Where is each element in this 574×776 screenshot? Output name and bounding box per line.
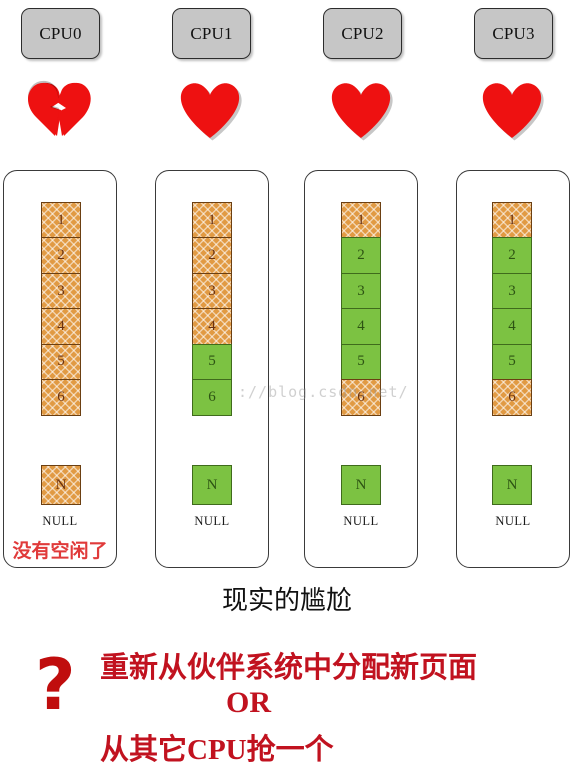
page-cell[interactable]: 3 [192, 272, 232, 310]
page-cell[interactable]: 2 [192, 237, 232, 274]
page-cell-label: 5 [357, 353, 365, 370]
diagram-canvas: CPU0 CPU1 CPU2 CPU3 1 2 3 4 5 6 N NULL 没… [0, 0, 574, 776]
heart-icon [177, 80, 243, 142]
page-cell[interactable]: 1 [341, 202, 381, 239]
page-cell-label: 3 [508, 282, 516, 299]
page-cell[interactable]: 3 [492, 272, 532, 310]
null-node-0[interactable]: N [41, 465, 81, 505]
page-cell-label: 5 [508, 353, 516, 370]
cpu-chip-label: CPU0 [39, 23, 82, 43]
page-cell-label: 5 [208, 353, 216, 370]
page-cell-label: 1 [508, 211, 516, 228]
page-cell[interactable]: 6 [341, 379, 381, 416]
page-cell-label: 6 [208, 388, 216, 405]
page-cell[interactable]: 5 [492, 343, 532, 381]
page-cell[interactable]: 4 [492, 308, 532, 345]
page-cell[interactable]: 6 [192, 379, 232, 416]
page-cell-label: 1 [208, 211, 216, 228]
page-cell-label: 6 [57, 388, 65, 405]
null-node-1[interactable]: N [192, 465, 232, 505]
page-cell-label: 4 [57, 318, 65, 335]
null-node-label: N [206, 476, 218, 493]
page-cell-label: 6 [357, 388, 365, 405]
option-one-text: 重新从伙伴系统中分配新页面 [100, 652, 478, 684]
page-cell-label: 3 [57, 282, 65, 299]
page-cell[interactable]: 5 [341, 343, 381, 381]
page-cell-label: 2 [57, 247, 65, 264]
cpu-chip-3: CPU3 [474, 8, 553, 59]
page-cell[interactable]: 6 [492, 379, 532, 416]
cpu-chip-2: CPU2 [323, 8, 402, 59]
cpu-chip-1: CPU1 [172, 8, 251, 59]
page-cell[interactable]: 3 [341, 272, 381, 310]
page-stack-1: 1 2 3 4 5 6 [192, 202, 232, 416]
cpu-chip-label: CPU3 [492, 23, 535, 43]
page-cell-label: 2 [208, 247, 216, 264]
page-cell-label: 3 [208, 282, 216, 299]
page-stack-2: 1 2 3 4 5 6 [341, 202, 381, 416]
null-caption-0: NULL [42, 514, 78, 528]
page-stack-3: 1 2 3 4 5 6 [492, 202, 532, 416]
null-node-label: N [355, 476, 367, 493]
page-cell[interactable]: 5 [192, 343, 232, 381]
page-cell[interactable]: 3 [41, 272, 81, 310]
page-cell[interactable]: 2 [341, 237, 381, 274]
null-node-label: N [55, 476, 67, 493]
page-cell-label: 3 [357, 282, 365, 299]
page-cell[interactable]: 4 [41, 308, 81, 345]
option-separator: OR [226, 686, 271, 719]
page-cell[interactable]: 4 [341, 308, 381, 345]
page-cell[interactable]: 2 [492, 237, 532, 274]
page-cell[interactable]: 1 [192, 202, 232, 239]
null-caption-3: NULL [495, 514, 531, 528]
page-cell[interactable]: 1 [492, 202, 532, 239]
page-cell-label: 4 [357, 318, 365, 335]
null-node-3[interactable]: N [492, 465, 532, 505]
page-title: 现实的尴尬 [221, 586, 352, 615]
heart-icon [328, 80, 394, 142]
page-cell-label: 4 [208, 318, 216, 335]
page-cell[interactable]: 2 [41, 237, 81, 274]
page-cell[interactable]: 6 [41, 379, 81, 416]
option-two-text: 从其它CPU抢一个 [100, 734, 334, 766]
page-cell-label: 4 [508, 318, 516, 335]
page-stack-0: 1 2 3 4 5 6 [41, 202, 81, 416]
page-cell-label: 6 [508, 388, 516, 405]
page-cell[interactable]: 1 [41, 202, 81, 239]
page-cell-label: 2 [508, 247, 516, 264]
broken-heart-icon [26, 78, 92, 140]
null-caption-2: NULL [343, 514, 379, 528]
page-cell-label: 1 [57, 211, 65, 228]
page-cell[interactable]: 5 [41, 343, 81, 381]
null-node-2[interactable]: N [341, 465, 381, 505]
cpu-chip-0: CPU0 [21, 8, 100, 59]
no-free-warning: 没有空闲了 [12, 540, 108, 562]
null-node-label: N [506, 476, 518, 493]
page-cell[interactable]: 4 [192, 308, 232, 345]
null-caption-1: NULL [194, 514, 230, 528]
question-mark-icon: ? [35, 644, 76, 726]
heart-icon [479, 80, 545, 142]
cpu-chip-label: CPU1 [190, 23, 233, 43]
page-cell-label: 5 [57, 353, 65, 370]
page-cell-label: 1 [357, 211, 365, 228]
page-cell-label: 2 [357, 247, 365, 264]
cpu-chip-label: CPU2 [341, 23, 384, 43]
